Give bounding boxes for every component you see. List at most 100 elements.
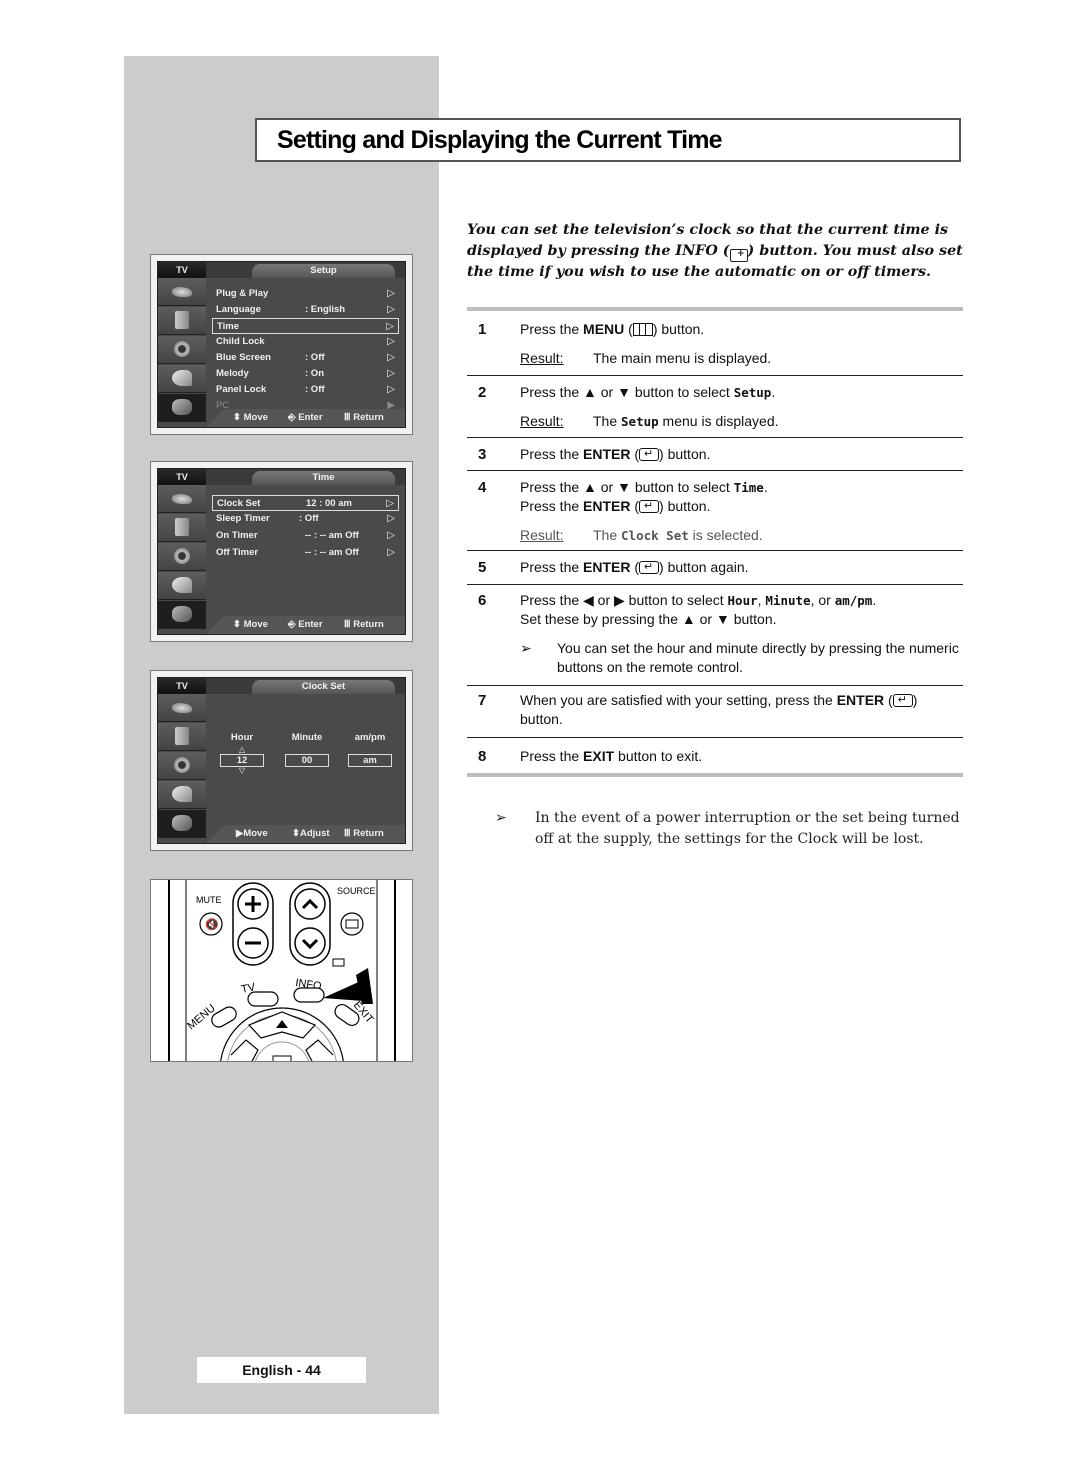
osd-row-off-timer[interactable]: Off Timer -- : -- am Off ▷ [212, 545, 399, 562]
chevron-right-icon: ▷ [387, 530, 395, 541]
separator [467, 375, 963, 376]
picture-menu-icon [158, 485, 206, 513]
separator [467, 437, 963, 438]
page-number: English - 44 [197, 1357, 366, 1383]
ampm-field[interactable]: am/pm am [348, 732, 392, 767]
menu-icon: Ⅲ [344, 828, 351, 839]
enter-icon: ⎆ [288, 619, 296, 630]
step-4: 4 Press the ▲ or ▼ button to select Time… [467, 478, 963, 545]
chevron-right-icon: ▷ [387, 288, 395, 299]
osd-row-panel-lock[interactable]: Panel Lock: Off ▷ [212, 382, 399, 398]
up-down-icon: ⬍ [292, 828, 300, 839]
separator [467, 737, 963, 738]
chevron-right-icon: ▷ [387, 384, 395, 395]
osd-row-child-lock[interactable]: Child Lock ▷ [212, 334, 399, 350]
setup-menu-icon [158, 365, 206, 393]
tip-note: ➢ You can set the hour and minute directl… [520, 640, 959, 675]
remote-control-illustration: MUTE 🔇 SOURCE TV INFO MENU EXIT [150, 879, 413, 1062]
up-down-icon: ⬍ [233, 619, 241, 630]
osd-row-blue-screen[interactable]: Blue Screen: Off ▷ [212, 350, 399, 366]
source-label: SOURCE [337, 886, 376, 896]
osd-row-plug-play[interactable]: Plug & Play ▷ [212, 286, 399, 302]
source-button [340, 912, 364, 936]
setup-menu-icon [158, 572, 206, 600]
chevron-right-icon: ▷ [387, 513, 395, 524]
chevron-right-icon: ▷ [387, 304, 395, 315]
osd-row-on-timer[interactable]: On Timer -- : -- am Off ▷ [212, 528, 399, 545]
note-arrow-icon: ➢ [520, 640, 532, 656]
osd-footer: ⬍ Move ⎆ Enter Ⅲ Return [206, 616, 405, 634]
mute-icon: 🔇 [205, 918, 219, 931]
osd-row-time[interactable]: Time ▷ [212, 318, 399, 334]
separator [467, 584, 963, 585]
input-menu-icon [158, 601, 206, 629]
tv-button [247, 991, 279, 1007]
menu-button-icon [632, 323, 653, 336]
osd-row-clock-set[interactable]: Clock Set 12 : 00 am ▷ [212, 495, 399, 511]
enter-icon: ⎆ [288, 412, 296, 423]
osd-row-melody[interactable]: Melody: On ▷ [212, 366, 399, 382]
page-title: Setting and Displaying the Current Time [277, 126, 723, 154]
chevron-right-icon: ▷ [387, 352, 395, 363]
title-box: Setting and Displaying the Current Time [255, 118, 961, 162]
channel-menu-icon [158, 543, 206, 571]
info-button-icon: + [729, 249, 748, 262]
osd-tv-label: TV [158, 678, 206, 694]
volume-rocker [232, 882, 274, 966]
minute-field[interactable]: Minute 00 [285, 732, 329, 767]
up-triangle-icon: △ [238, 745, 246, 754]
osd-menu-title: Clock Set [252, 680, 395, 694]
osd-tv-label: TV [158, 469, 206, 485]
chevron-right-icon: ▷ [386, 498, 394, 509]
chevron-right-icon: ▷ [387, 368, 395, 379]
osd-setup-screen: TV Setup Plug & Play ▷ Language: English ▷… [150, 254, 413, 435]
footnote: ➢ In the event of a power interruption o… [495, 810, 960, 847]
mute-label: MUTE [196, 895, 222, 905]
osd-clock-set-screen: TV Clock Set Hour △ 12 ▽ Minute 00 am/pm [150, 670, 413, 851]
step-7: 7 When you are satisfied with your setti… [467, 691, 963, 729]
osd-footer: ▶Move ⬍Adjust Ⅲ Return [206, 825, 405, 843]
note-arrow-icon: ➢ [495, 810, 507, 826]
sound-menu-icon [158, 307, 206, 335]
picture-menu-icon [158, 278, 206, 306]
intro-paragraph: You can set the television’s clock so th… [467, 222, 963, 280]
enter-button-icon [639, 558, 660, 577]
enter-button-icon [892, 691, 913, 710]
sound-menu-icon [158, 514, 206, 542]
osd-tv-label: TV [158, 262, 206, 278]
input-menu-icon [158, 394, 206, 422]
osd-footer: ⬍ Move ⎆ Enter Ⅲ Return [206, 409, 405, 427]
step-1: 1 Press the MENU () button. Result: The m… [478, 321, 772, 366]
step-6: 6 Press the ◀ or ▶ button to select Hour… [467, 591, 963, 677]
osd-row-language[interactable]: Language: English ▷ [212, 302, 399, 318]
step-8: 8 Press the EXIT button to exit. [478, 748, 703, 765]
chevron-right-icon: ▷ [387, 547, 395, 558]
step-2: 2 Press the ▲ or ▼ button to select Setu… [478, 384, 779, 429]
picture-menu-icon [158, 694, 206, 722]
osd-row-sleep-timer[interactable]: Sleep Timer: Off ▷ [212, 511, 399, 528]
osd-time-screen: TV Time Clock Set 12 : 00 am ▷ Sleep Timer… [150, 461, 413, 642]
channel-menu-icon [158, 336, 206, 364]
separator-top [467, 307, 963, 311]
osd-menu-title: Time [252, 471, 395, 485]
setup-menu-icon [158, 781, 206, 809]
separator [467, 470, 963, 471]
separator [467, 550, 963, 551]
step-5: 5 Press the ENTER () button again. [467, 558, 963, 577]
step-3: 3 Press the ENTER () button. [467, 445, 963, 464]
separator-bottom [467, 773, 963, 777]
menu-icon: Ⅲ [344, 619, 351, 630]
hour-field[interactable]: Hour △ 12 ▽ [220, 732, 264, 775]
separator [467, 685, 963, 686]
input-menu-icon [158, 810, 206, 838]
chevron-right-icon: ▷ [387, 336, 395, 347]
sound-menu-icon [158, 723, 206, 751]
menu-icon: Ⅲ [344, 412, 351, 423]
info-button [293, 987, 325, 1003]
down-triangle-icon: ▽ [238, 766, 246, 775]
remote-svg: MUTE 🔇 SOURCE TV INFO MENU EXIT [151, 880, 412, 1061]
enter-button-icon [639, 445, 660, 464]
chevron-right-icon: ▷ [386, 321, 394, 332]
channel-menu-icon [158, 752, 206, 780]
osd-menu-title: Setup [252, 264, 395, 278]
